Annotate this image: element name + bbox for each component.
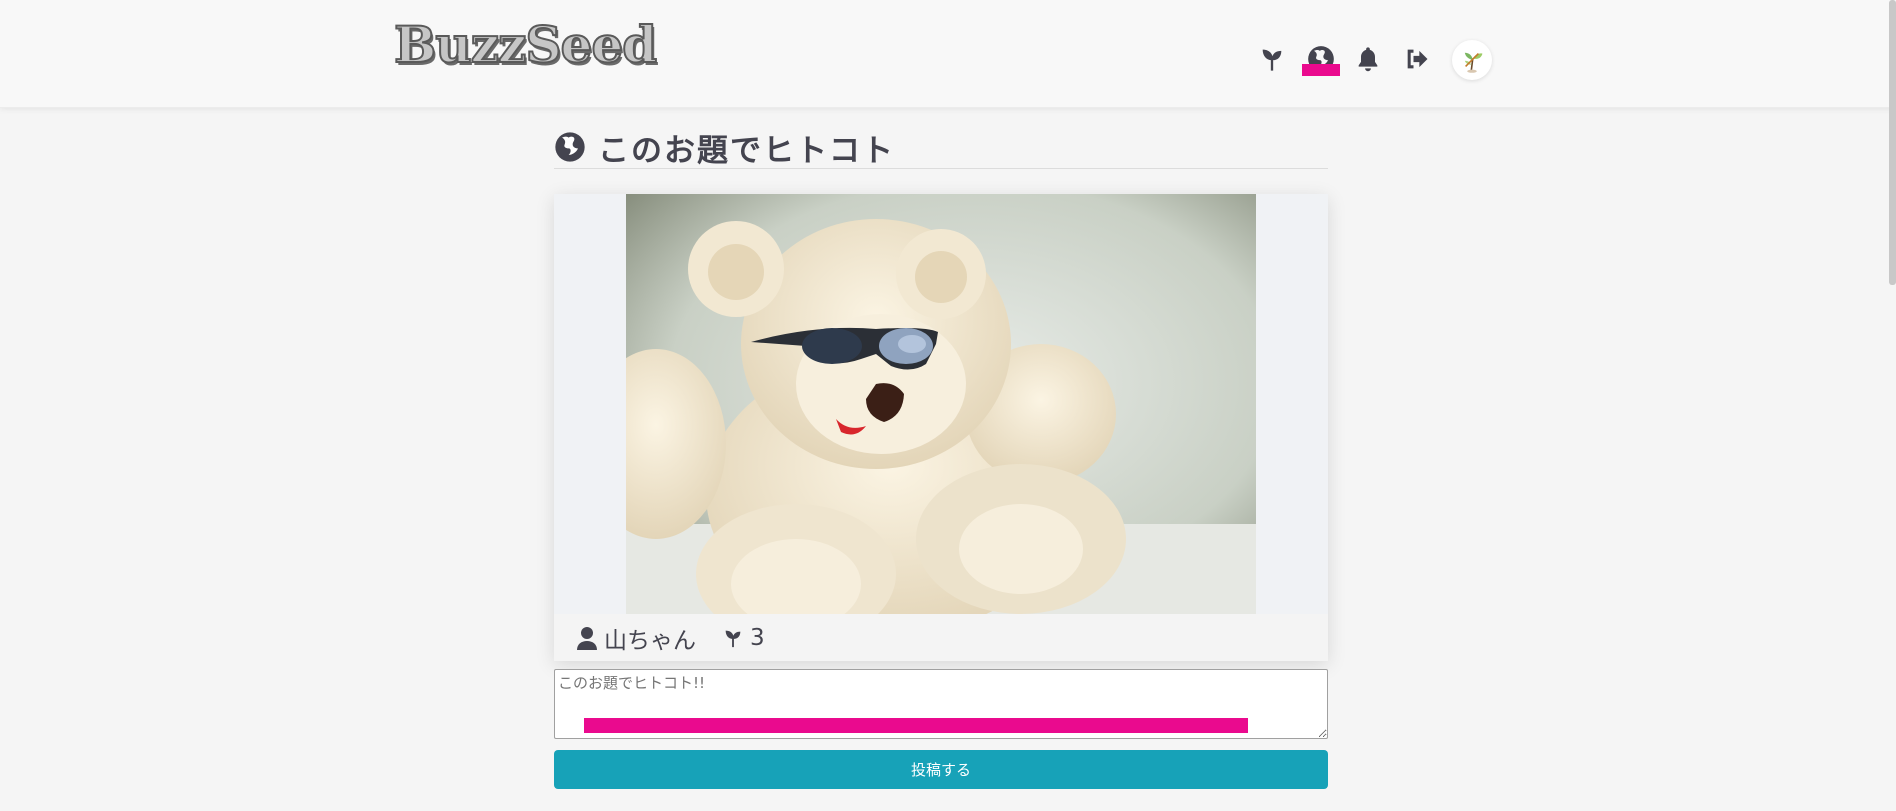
user-icon [577, 626, 597, 650]
user-avatar[interactable] [1452, 40, 1492, 80]
topic-photo[interactable] [626, 194, 1256, 614]
bell-icon[interactable] [1353, 44, 1383, 74]
card-footer: 山ちゃん 3 [554, 614, 1328, 661]
top-navbar: BuzzSeed [0, 0, 1896, 108]
author-meta: 山ちゃん [576, 621, 696, 655]
topic-card: 山ちゃん 3 [554, 194, 1328, 661]
page-title: このお題でヒトコト [554, 126, 1328, 169]
author-name[interactable]: 山ちゃん [604, 621, 696, 655]
buzzseed-logo[interactable]: BuzzSeed [393, 14, 658, 76]
post-button[interactable]: 投稿する [554, 750, 1328, 789]
seed-count-meta: 3 [722, 625, 765, 651]
active-nav-indicator [1302, 64, 1340, 76]
page-title-text: このお題でヒトコト [598, 132, 895, 169]
seedling-icon[interactable] [722, 626, 744, 650]
comment-highlight-marker [584, 718, 1248, 733]
scrollbar[interactable] [1889, 0, 1896, 285]
globe-icon [555, 132, 585, 162]
seedling-icon[interactable] [1257, 44, 1287, 74]
seed-count: 3 [750, 624, 765, 651]
sign-out-icon[interactable] [1402, 44, 1432, 74]
